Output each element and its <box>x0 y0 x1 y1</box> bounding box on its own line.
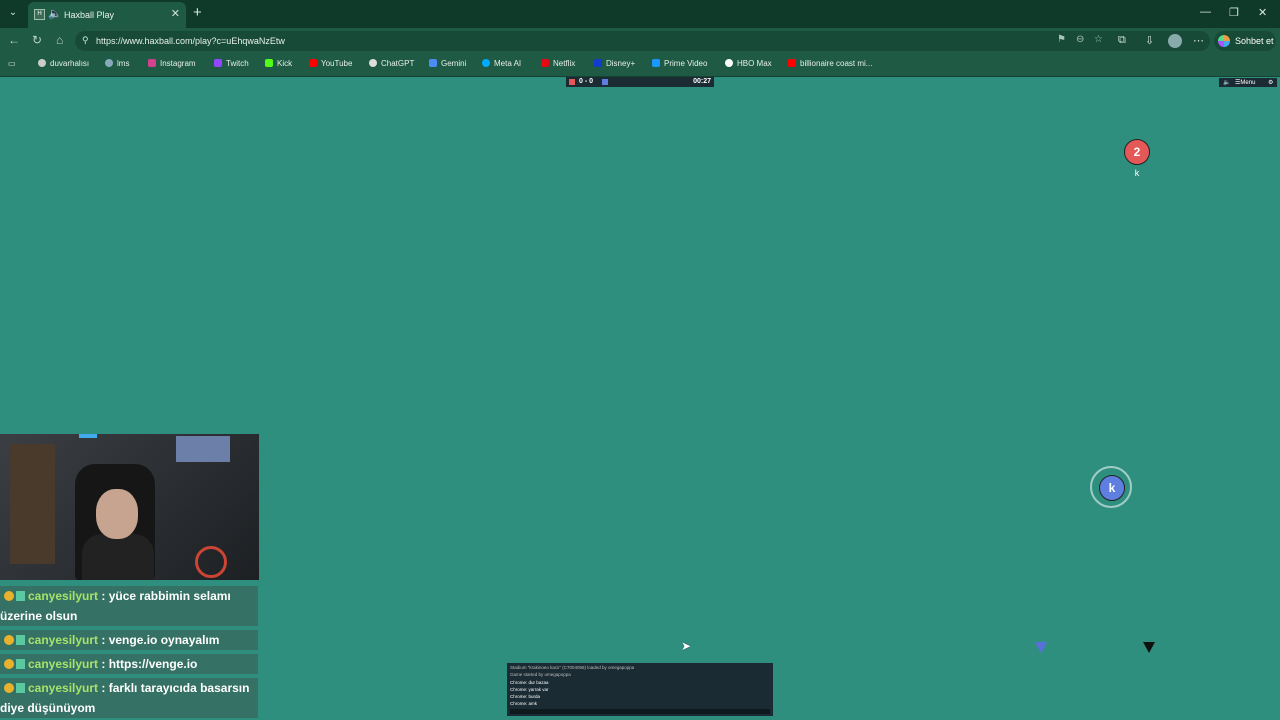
settings-icon[interactable]: ⚙ <box>1268 79 1273 86</box>
bookmark-item[interactable]: HBO Max <box>725 59 772 68</box>
more-options-icon[interactable]: ⋯ <box>1193 34 1204 47</box>
subscriber-badge-icon <box>4 659 14 669</box>
chat-line: Game started by omegapoppa <box>510 672 571 677</box>
refresh-icon[interactable]: ↻ <box>32 33 42 47</box>
chat-line: Chrome: burda <box>510 694 541 699</box>
chat-line: Chrome: amk <box>510 701 538 706</box>
microphone-icon <box>195 546 227 578</box>
downloads-icon[interactable]: ⇩ <box>1145 34 1154 47</box>
red-team-icon <box>569 79 575 85</box>
bookmark-item[interactable]: billionaire coast mi... <box>788 59 872 68</box>
game-chat-input[interactable] <box>510 709 770 714</box>
copilot-chat-button[interactable]: Sohbet et <box>1214 31 1276 51</box>
chat-username: canyesilyurt <box>28 633 99 647</box>
tab-list-icon[interactable]: ⌄ <box>6 6 20 20</box>
mod-badge-icon <box>16 591 25 601</box>
bookshelf <box>10 444 55 564</box>
score: 0 - 0 <box>579 78 594 85</box>
stream-chat-message: canyesilyurt : https://venge.io <box>0 654 258 674</box>
site-info-icon[interactable]: ⚲ <box>82 35 89 46</box>
browser-toolbar: ← ↻ ⌂ ⚲ https://www.haxball.com/play?c=u… <box>0 28 1280 54</box>
mod-badge-icon <box>16 659 25 669</box>
blue-team-icon <box>602 79 608 85</box>
bookmark-item[interactable]: YouTube <box>309 59 352 68</box>
webcam-overlay <box>0 434 259 580</box>
chat-line: Chrome: dur bazaa <box>510 680 549 685</box>
streamer-body <box>82 534 154 580</box>
subscriber-badge-icon <box>4 683 14 693</box>
chat-text: : venge.io oynayalım <box>98 633 220 647</box>
chat-username: canyesilyurt <box>28 681 99 695</box>
game-menu-bar: 🔈 ☰ Menu ⚙ <box>1219 78 1277 87</box>
tab-title: Haxball Play <box>64 10 115 20</box>
close-tab-icon[interactable]: ✕ <box>171 7 180 20</box>
bookmark-item[interactable]: Twitch <box>214 59 249 68</box>
subscriber-badge-icon <box>4 635 14 645</box>
chat-line: Stadium "krakinoeo kaciı" (C7004058) loa… <box>510 665 635 670</box>
chat-text: : https://venge.io <box>98 657 198 671</box>
bookmark-item[interactable]: Prime Video <box>652 59 707 68</box>
window-close-icon[interactable]: ✕ <box>1258 6 1267 19</box>
bookmark-item[interactable]: ChatGPT <box>369 59 414 68</box>
copilot-icon <box>1218 35 1230 47</box>
extensions-icon[interactable]: ⧉ <box>1118 34 1126 47</box>
chat-username: canyesilyurt <box>28 657 99 671</box>
audio-playing-icon[interactable]: 🔈 <box>48 7 62 20</box>
scoreboard: 0 - 0 00:27 <box>566 77 714 87</box>
game-timer: 00:27 <box>693 78 711 85</box>
chat-line: Chrome: yarrak var <box>510 687 549 692</box>
offscreen-ball-indicator-icon <box>1143 642 1155 653</box>
stream-chat-message: canyesilyurt : farklı tarayıcıda basarsı… <box>0 678 258 718</box>
minimize-icon[interactable]: — <box>1200 6 1211 18</box>
red-player-name: k <box>1134 168 1140 178</box>
home-icon[interactable]: ⌂ <box>56 33 63 47</box>
favorite-star-icon[interactable]: ☆ <box>1094 34 1103 45</box>
menu-button[interactable]: ☰ Menu <box>1235 79 1255 86</box>
stream-chat-message: canyesilyurt : yüce rabbimin selamı üzer… <box>0 586 258 626</box>
bookmark-item[interactable]: Netflix <box>541 59 575 68</box>
profile-avatar[interactable] <box>1168 34 1182 48</box>
back-icon[interactable]: ← <box>8 33 20 47</box>
url-text: https://www.haxball.com/play?c=uEhqwaNzE… <box>96 36 285 46</box>
bookmark-item[interactable]: Meta AI <box>482 59 521 68</box>
copilot-label: Sohbet et <box>1235 36 1274 46</box>
wall-picture <box>176 436 230 462</box>
mod-badge-icon <box>16 683 25 693</box>
translate-icon[interactable]: ⚑ <box>1057 34 1066 45</box>
red-player: 2 <box>1124 139 1150 165</box>
mouse-cursor-icon: ➤ <box>681 639 692 653</box>
restore-icon[interactable]: ❐ <box>1229 6 1239 19</box>
address-bar[interactable]: ⚲ https://www.haxball.com/play?c=uEhqwaN… <box>75 31 1210 51</box>
bookmarks-bar: ▭ duvarhalısı lms Instagram Twitch Kick … <box>0 54 1280 77</box>
title-bar: ⌄ H 🔈 Haxball Play ✕ + — ❐ ✕ <box>0 0 1280 28</box>
subscriber-badge-icon <box>4 591 14 601</box>
bookmark-item[interactable]: Kick <box>265 59 292 68</box>
offscreen-player-indicator-icon <box>1035 642 1047 653</box>
game-chat-box: Stadium "krakinoeo kaciı" (C7004058) loa… <box>507 663 773 716</box>
bookmark-item[interactable]: lms <box>105 59 129 68</box>
bookmark-item[interactable]: Disney+ <box>594 59 635 68</box>
bookmark-item[interactable]: Instagram <box>148 59 196 68</box>
streamer-head <box>96 489 138 539</box>
chat-username: canyesilyurt <box>28 589 99 603</box>
ceiling-light <box>79 434 97 438</box>
sound-icon[interactable]: 🔈 <box>1223 79 1230 86</box>
bookmarks-toggle-icon[interactable]: ▭ <box>8 59 16 68</box>
zoom-icon[interactable]: ⊖ <box>1076 34 1084 45</box>
tab-haxball[interactable]: H 🔈 Haxball Play ✕ <box>28 2 186 28</box>
blue-player: k <box>1099 475 1125 501</box>
haxball-favicon-icon: H <box>34 9 45 20</box>
mod-badge-icon <box>16 635 25 645</box>
new-tab-button[interactable]: + <box>193 5 202 20</box>
bookmark-item[interactable]: duvarhalısı <box>38 59 89 68</box>
stream-chat-message: canyesilyurt : venge.io oynayalım <box>0 630 258 650</box>
bookmark-item[interactable]: Gemini <box>429 59 466 68</box>
